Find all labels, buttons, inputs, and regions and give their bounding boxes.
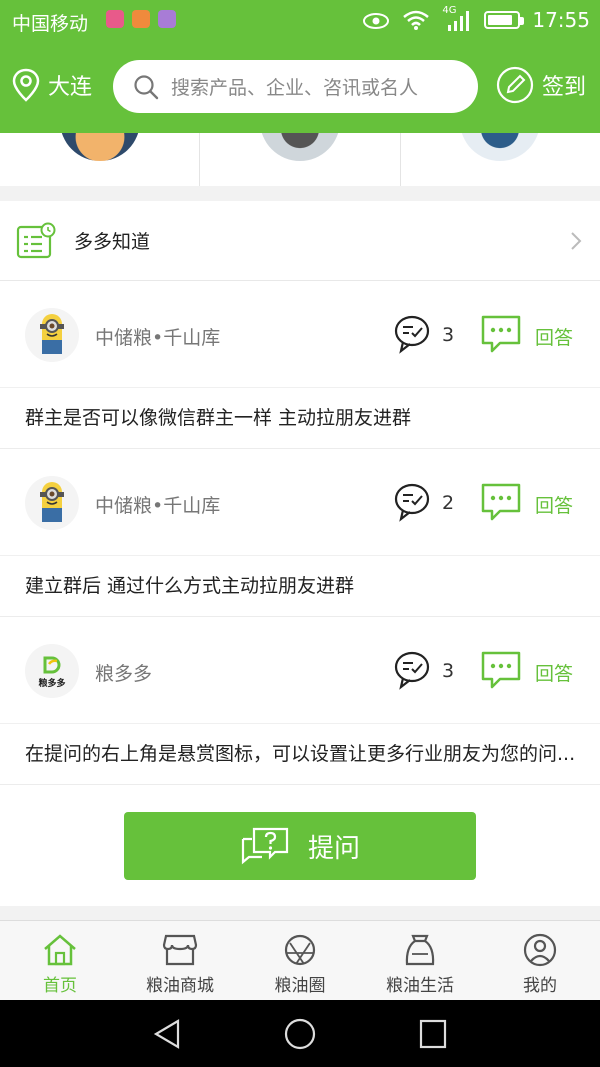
avatar-logo-text: 粮多多 bbox=[38, 678, 66, 689]
signin-label: 签到 bbox=[541, 75, 586, 100]
tab-label: 我的 bbox=[523, 976, 557, 996]
notification-app-icon bbox=[158, 10, 176, 28]
search-icon bbox=[134, 74, 159, 99]
search-input[interactable]: 搜索产品、企业、咨讯或名人 bbox=[113, 60, 478, 113]
category-item[interactable] bbox=[200, 133, 401, 186]
minion-avatar-icon bbox=[40, 314, 64, 354]
category-item[interactable] bbox=[401, 133, 600, 186]
wifi-icon bbox=[403, 10, 430, 30]
category-image bbox=[259, 133, 340, 161]
avatar[interactable] bbox=[25, 476, 79, 530]
answer-icon[interactable] bbox=[480, 314, 522, 354]
question-item[interactable]: 中储粮•千山库 2 回答 建立群后 通过什么方式主动拉朋友进群 bbox=[0, 449, 600, 617]
city-label: 大连 bbox=[48, 75, 93, 100]
home-button-icon[interactable] bbox=[284, 1018, 316, 1050]
tab-label: 首页 bbox=[43, 976, 77, 996]
question-meta: 粮多多 粮多多 3 回答 bbox=[0, 617, 600, 724]
bag-icon bbox=[405, 934, 435, 966]
tab-circle[interactable]: 粮油圈 bbox=[240, 921, 360, 1000]
username: 中储粮•千山库 bbox=[95, 327, 221, 349]
network-type: 4G bbox=[442, 5, 457, 16]
question-meta: 中储粮•千山库 2 回答 bbox=[0, 449, 600, 556]
tab-mall[interactable]: 粮油商城 bbox=[120, 921, 240, 1000]
answer-button[interactable]: 回答 bbox=[535, 659, 573, 686]
user-icon bbox=[523, 933, 557, 967]
signal-icon: 4G bbox=[442, 5, 472, 31]
category-strip bbox=[0, 133, 600, 186]
comment-icon[interactable] bbox=[393, 482, 431, 522]
home-icon bbox=[44, 934, 76, 966]
circle-icon bbox=[284, 934, 316, 966]
tab-life[interactable]: 粮油生活 bbox=[360, 921, 480, 1000]
comment-count: 2 bbox=[442, 492, 455, 514]
answer-button[interactable]: 回答 bbox=[535, 323, 573, 350]
avatar[interactable] bbox=[25, 308, 79, 362]
tab-label: 粮油生活 bbox=[386, 976, 454, 996]
app-header: 中国移动 4G 17:55 大连 搜索产品、企业、咨讯或名人 签到 bbox=[0, 0, 600, 133]
notification-icons bbox=[106, 10, 176, 28]
status-bar: 中国移动 4G 17:55 bbox=[0, 0, 600, 42]
notification-app-icon bbox=[106, 10, 124, 28]
answer-button[interactable]: 回答 bbox=[535, 491, 573, 518]
search-placeholder: 搜索产品、企业、咨讯或名人 bbox=[171, 77, 419, 99]
status-right: 4G 17:55 bbox=[362, 5, 590, 32]
ask-button-label: 提问 bbox=[307, 833, 360, 864]
city-selector[interactable]: 大连 bbox=[12, 68, 92, 102]
shop-icon bbox=[162, 934, 198, 966]
category-image bbox=[59, 133, 140, 161]
username: 粮多多 bbox=[95, 663, 153, 685]
location-pin-icon bbox=[12, 68, 40, 102]
tab-label: 粮油商城 bbox=[146, 976, 214, 996]
ask-section: 提问 bbox=[0, 812, 600, 906]
logo-icon bbox=[43, 656, 61, 673]
tab-label: 粮油圈 bbox=[274, 976, 326, 996]
minion-avatar-icon bbox=[40, 482, 64, 522]
ask-question-button[interactable]: 提问 bbox=[124, 812, 476, 880]
question-bubble-icon bbox=[241, 827, 289, 865]
search-bar-row: 大连 搜索产品、企业、咨讯或名人 签到 bbox=[0, 58, 600, 116]
knowledge-title: 多多知道 bbox=[74, 231, 151, 253]
knowledge-card: 多多知道 中储粮•千山库 3 回答 群主是否可以像微信群主一样 主动拉朋友进群 … bbox=[0, 201, 600, 906]
category-item[interactable] bbox=[0, 133, 201, 186]
avatar[interactable]: 粮多多 bbox=[25, 644, 79, 698]
question-meta: 中储粮•千山库 3 回答 bbox=[0, 281, 600, 388]
recent-apps-icon[interactable] bbox=[418, 1018, 448, 1050]
comment-count: 3 bbox=[442, 324, 455, 346]
question-item[interactable]: 粮多多 粮多多 3 回答 在提问的右上角是悬赏图标，可以设置让更多行业朋友为您的… bbox=[0, 617, 600, 785]
edit-icon bbox=[496, 66, 534, 104]
category-image bbox=[460, 133, 541, 161]
eye-icon bbox=[363, 13, 390, 29]
clock: 17:55 bbox=[532, 8, 590, 32]
notification-app-icon bbox=[132, 10, 150, 28]
tab-profile[interactable]: 我的 bbox=[480, 921, 600, 1000]
knowledge-header[interactable]: 多多知道 bbox=[0, 201, 600, 281]
answer-icon[interactable] bbox=[480, 482, 522, 522]
comment-icon[interactable] bbox=[393, 650, 431, 690]
comment-count: 3 bbox=[442, 660, 455, 682]
question-text[interactable]: 在提问的右上角是悬赏图标，可以设置让更多行业朋友为您的问... bbox=[0, 724, 600, 784]
battery-icon bbox=[484, 11, 525, 29]
question-text[interactable]: 群主是否可以像微信群主一样 主动拉朋友进群 bbox=[0, 388, 600, 448]
tab-home[interactable]: 首页 bbox=[0, 921, 120, 1000]
question-item[interactable]: 中储粮•千山库 3 回答 群主是否可以像微信群主一样 主动拉朋友进群 bbox=[0, 281, 600, 449]
bottom-tab-bar: 首页 粮油商城 粮油圈 粮油生活 我的 bbox=[0, 920, 600, 1000]
comment-icon[interactable] bbox=[393, 314, 431, 354]
question-text[interactable]: 建立群后 通过什么方式主动拉朋友进群 bbox=[0, 556, 600, 616]
back-icon[interactable] bbox=[152, 1018, 182, 1050]
list-clock-icon bbox=[16, 222, 56, 258]
answer-icon[interactable] bbox=[480, 650, 522, 690]
username: 中储粮•千山库 bbox=[95, 495, 221, 517]
system-navigation-bar bbox=[0, 1000, 600, 1067]
chevron-right-icon bbox=[571, 232, 582, 250]
signin-button[interactable]: 签到 bbox=[496, 66, 586, 104]
carrier-name: 中国移动 bbox=[12, 13, 89, 35]
